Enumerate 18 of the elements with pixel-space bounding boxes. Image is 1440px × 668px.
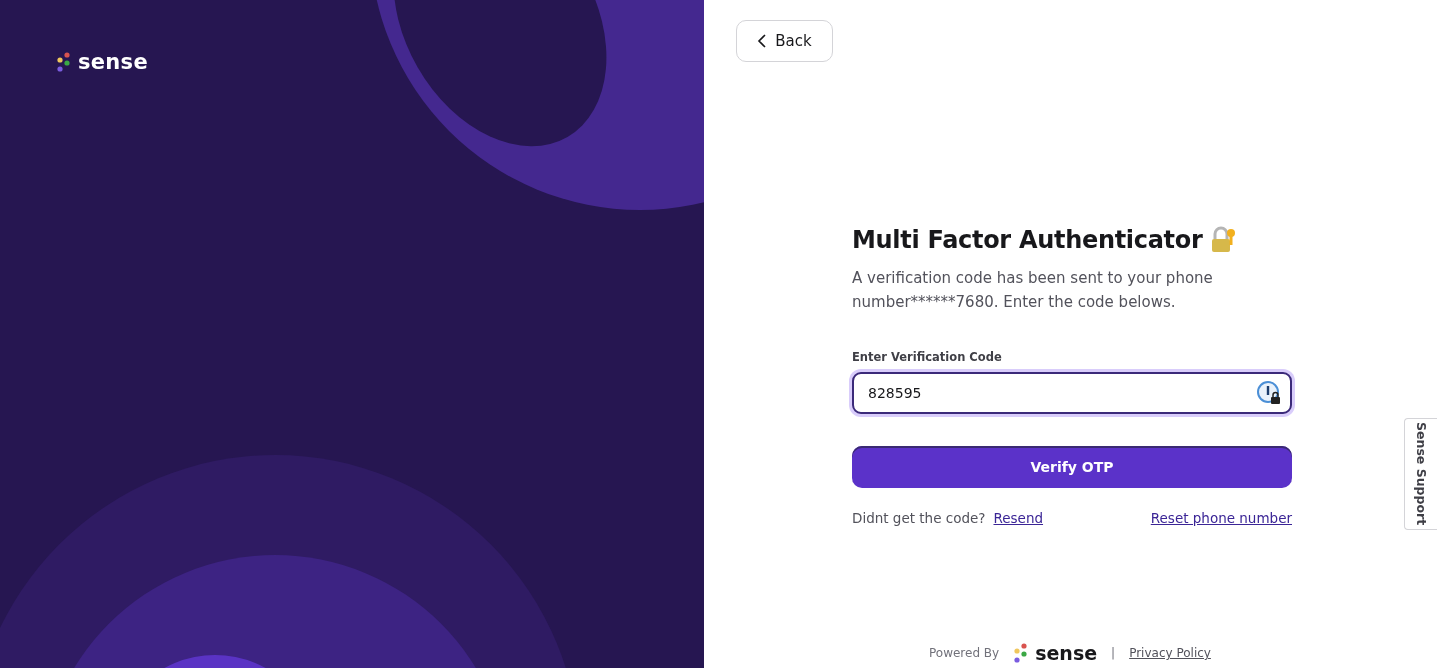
separator-text: |: [1111, 646, 1116, 660]
reset-phone-link[interactable]: Reset phone number: [1150, 510, 1292, 526]
privacy-policy-link[interactable]: Privacy Policy: [1129, 646, 1211, 660]
verify-button[interactable]: Verify OTP: [852, 446, 1292, 488]
brand-logo: sense: [1035, 642, 1098, 664]
page-title: Multi Factor Authenticator: [852, 226, 1203, 254]
powered-by-text: Powered By: [929, 646, 1000, 660]
support-tab[interactable]: Sense Support: [1404, 418, 1437, 530]
logo-icon: [1013, 642, 1030, 664]
field-label: Enter Verification Code: [852, 350, 1003, 364]
verification-code-field[interactable]: 828595: [852, 372, 1292, 414]
password-manager-icon: [1256, 380, 1282, 406]
description-text: A verification code has been sent to your phone number******7680. Enter the code belows.: [852, 268, 1214, 313]
brand-logo: sense: [78, 50, 148, 74]
back-button[interactable]: Back: [736, 20, 833, 62]
resend-link[interactable]: Resend: [993, 510, 1044, 526]
logo-icon: [56, 51, 72, 73]
resend-prompt: Didnt get the code?: [852, 510, 986, 526]
